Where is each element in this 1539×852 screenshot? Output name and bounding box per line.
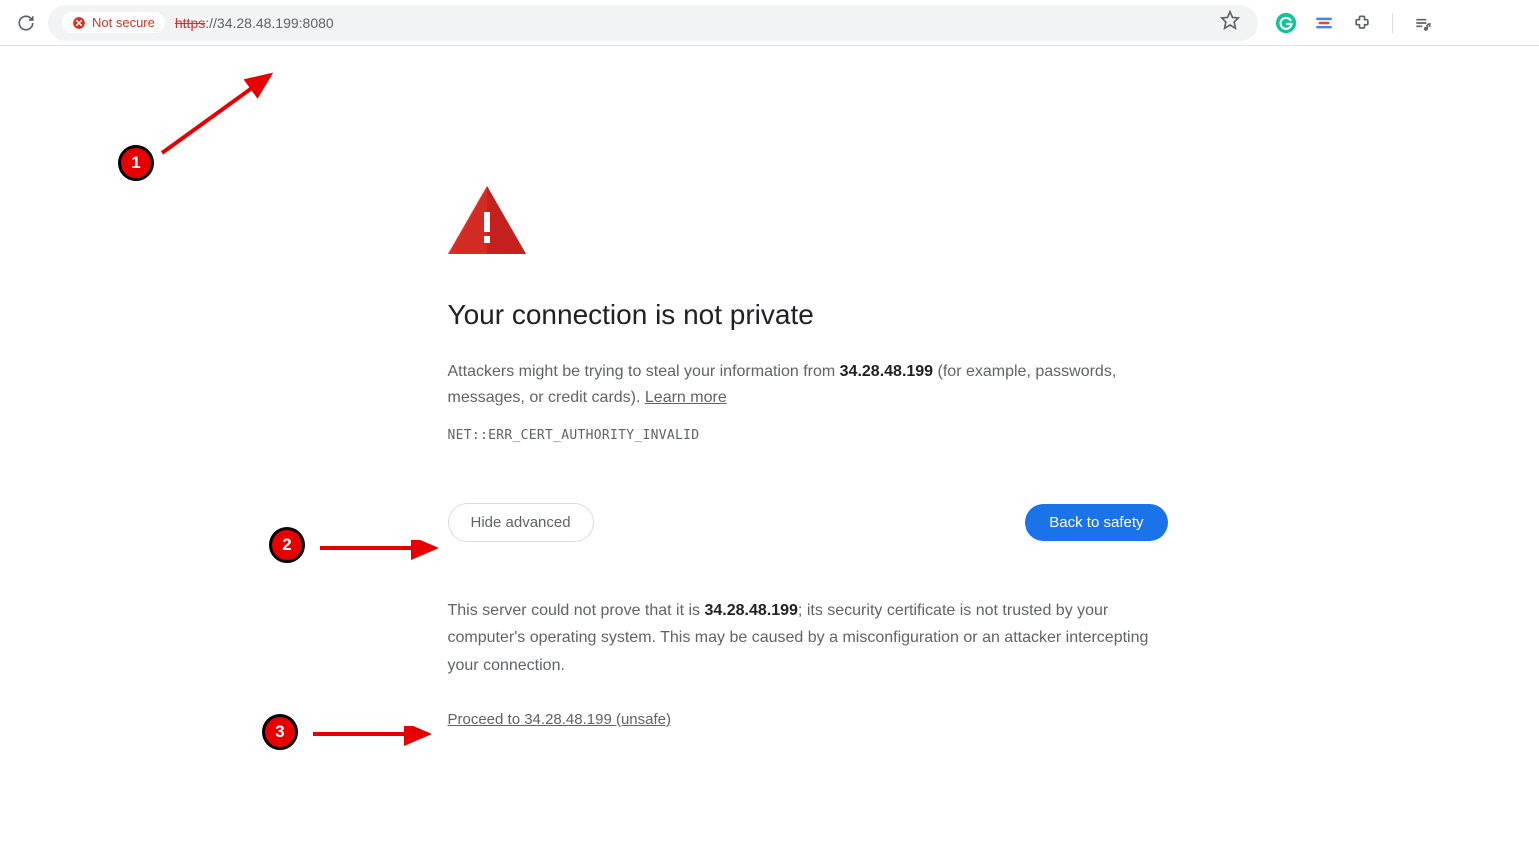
proceed-unsafe-link[interactable]: Proceed to 34.28.48.199 (unsafe): [448, 711, 672, 728]
url-display: https://34.28.48.199:8080: [175, 15, 1206, 31]
annotation-arrow-3: [303, 726, 443, 746]
reload-button[interactable]: [12, 9, 40, 37]
security-label: Not secure: [92, 15, 155, 30]
security-chip[interactable]: Not secure: [62, 12, 165, 33]
reload-icon: [17, 14, 35, 32]
hide-advanced-button[interactable]: Hide advanced: [448, 503, 594, 542]
annotation-circle-1: 1: [118, 145, 154, 181]
annotation-circle-2: 2: [269, 527, 305, 563]
toolbar-divider: [1392, 13, 1393, 33]
extension-grammarly[interactable]: [1274, 11, 1298, 35]
star-icon: [1220, 10, 1240, 30]
error-code: NET::ERR_CERT_AUTHORITY_INVALID: [448, 428, 1168, 443]
back-to-safety-button[interactable]: Back to safety: [1025, 504, 1167, 541]
url-rest: ://34.28.48.199:8080: [205, 15, 333, 31]
grammarly-icon: [1275, 12, 1297, 34]
annotation-circle-3: 3: [262, 714, 298, 750]
lines-icon: [1314, 13, 1334, 33]
error-host: 34.28.48.199: [840, 363, 933, 380]
address-bar[interactable]: Not secure https://34.28.48.199:8080: [48, 5, 1258, 41]
browser-toolbar: Not secure https://34.28.48.199:8080: [0, 0, 1539, 46]
music-note-icon: [1413, 13, 1433, 33]
toolbar-extensions: [1266, 11, 1435, 35]
media-control-button[interactable]: [1411, 11, 1435, 35]
url-protocol: https: [175, 15, 205, 31]
annotation-1: 1: [118, 145, 154, 181]
puzzle-icon: [1352, 13, 1372, 33]
advanced-explanation: This server could not prove that it is 3…: [448, 597, 1168, 679]
extensions-button[interactable]: [1350, 11, 1374, 35]
ssl-error-interstitial: Your connection is not private Attackers…: [448, 46, 1168, 729]
not-secure-icon: [72, 16, 86, 30]
annotation-arrow-2: [310, 540, 450, 560]
warning-icon: [448, 186, 1168, 259]
annotation-arrow-1: [150, 55, 290, 165]
button-row: Hide advanced Back to safety: [448, 503, 1168, 542]
error-message: Attackers might be trying to steal your …: [448, 359, 1168, 410]
annotation-2: 2: [269, 527, 305, 563]
annotation-3: 3: [262, 714, 298, 750]
learn-more-link[interactable]: Learn more: [645, 389, 727, 406]
error-heading: Your connection is not private: [448, 299, 1168, 331]
advanced-host: 34.28.48.199: [705, 602, 798, 619]
bookmark-button[interactable]: [1216, 6, 1244, 39]
extension-lines[interactable]: [1312, 11, 1336, 35]
